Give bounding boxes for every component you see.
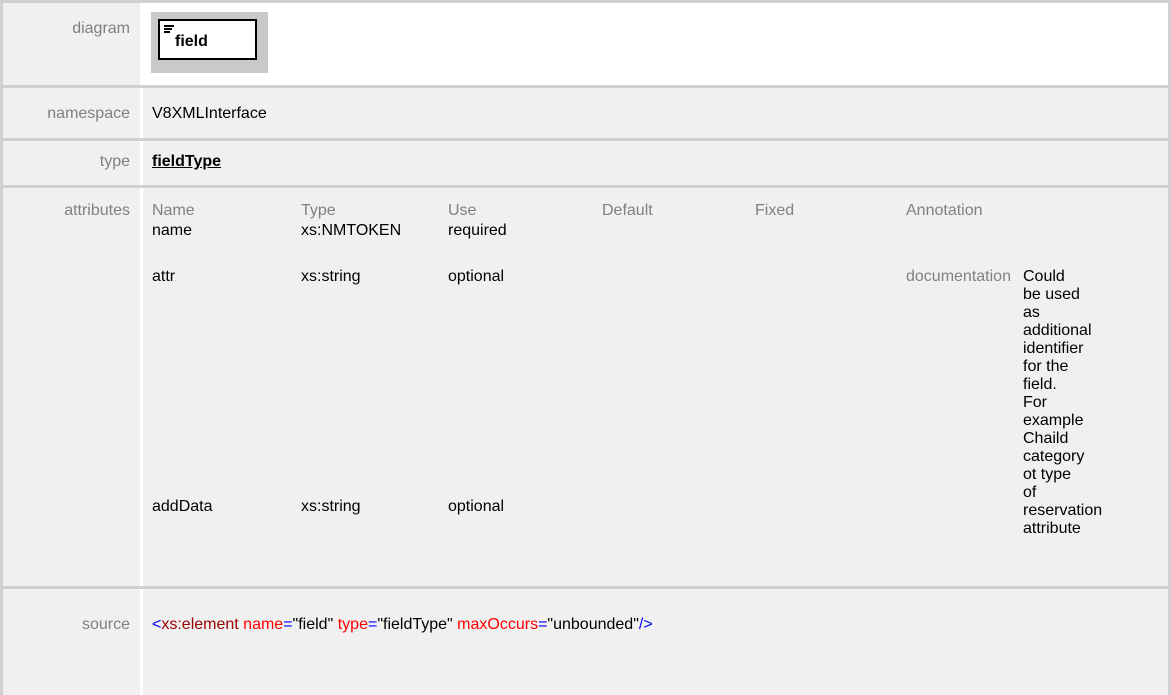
diagram-row: diagram field — [0, 3, 1171, 85]
source-label: source — [81, 616, 130, 633]
diagram-label: diagram — [72, 20, 130, 37]
element-box[interactable]: field — [158, 19, 257, 60]
type-label: type — [99, 153, 130, 170]
attr-row-name: addData — [152, 498, 213, 515]
code-attr-maxoccurs: maxOccurs — [457, 616, 539, 633]
type-value-cell: fieldType — [143, 141, 1171, 185]
namespace-value: V8XMLInterface — [152, 105, 267, 122]
annotation-documentation-text: Could be used as additional identifier f… — [1023, 268, 1103, 537]
annotation-documentation-label: documentation — [906, 268, 1011, 285]
source-code: <xs:element name="field" type="fieldType… — [152, 589, 1168, 634]
attributes-label-cell: attributes — [0, 188, 140, 586]
source-label-cell: source — [0, 589, 140, 695]
attr-row-use: required — [448, 222, 507, 239]
code-close-bracket: /> — [638, 616, 653, 633]
code-tag: xs:element — [161, 616, 239, 633]
header-default: Default — [602, 202, 653, 219]
code-open-bracket: < — [152, 616, 162, 633]
source-value-cell: <xs:element name="field" type="fieldType… — [143, 589, 1171, 695]
attr-row-name: attr — [152, 268, 176, 285]
diagram-label-cell: diagram — [0, 3, 140, 85]
element-lines-icon — [164, 25, 174, 34]
diagram-value-cell: field — [143, 3, 1171, 85]
code-attr-value: "unbounded" — [547, 616, 639, 633]
type-row: type fieldType — [0, 141, 1171, 185]
schema-doc-table: diagram field namespace V8XMLInterface t… — [0, 0, 1171, 695]
type-link[interactable]: fieldType — [152, 153, 221, 170]
code-attr-name: name — [243, 616, 284, 633]
header-fixed: Fixed — [755, 202, 795, 219]
element-name: field — [175, 33, 208, 50]
attr-row-type: xs:NMTOKEN — [301, 222, 402, 239]
attributes-label: attributes — [64, 202, 130, 219]
header-use: Use — [448, 202, 477, 219]
code-attr-type: type — [337, 616, 368, 633]
element-diagram: field — [151, 12, 268, 73]
header-type: Type — [301, 202, 336, 219]
attributes-row: attributes Name Type Use Default Fixed A… — [0, 188, 1171, 586]
code-attr-value: "fieldType" — [377, 616, 453, 633]
attr-row-use: optional — [448, 268, 505, 285]
header-annotation: Annotation — [906, 202, 983, 219]
attributes-value-cell: Name Type Use Default Fixed Annotation n… — [143, 188, 1171, 586]
namespace-label: namespace — [47, 105, 130, 122]
code-equals: = — [367, 616, 378, 633]
attr-row-type: xs:string — [301, 498, 361, 515]
attr-row-use: optional — [448, 498, 505, 515]
namespace-row: namespace V8XMLInterface — [0, 88, 1171, 138]
header-name: Name — [152, 202, 195, 219]
namespace-value-cell: V8XMLInterface — [143, 88, 1171, 138]
code-equals: = — [283, 616, 293, 633]
code-attr-value: "field" — [292, 616, 334, 633]
source-row: source <xs:element name="field" type="fi… — [0, 589, 1171, 695]
type-label-cell: type — [0, 141, 140, 185]
attr-row-type: xs:string — [301, 268, 361, 285]
attr-row-name: name — [152, 222, 193, 239]
namespace-label-cell: namespace — [0, 88, 140, 138]
